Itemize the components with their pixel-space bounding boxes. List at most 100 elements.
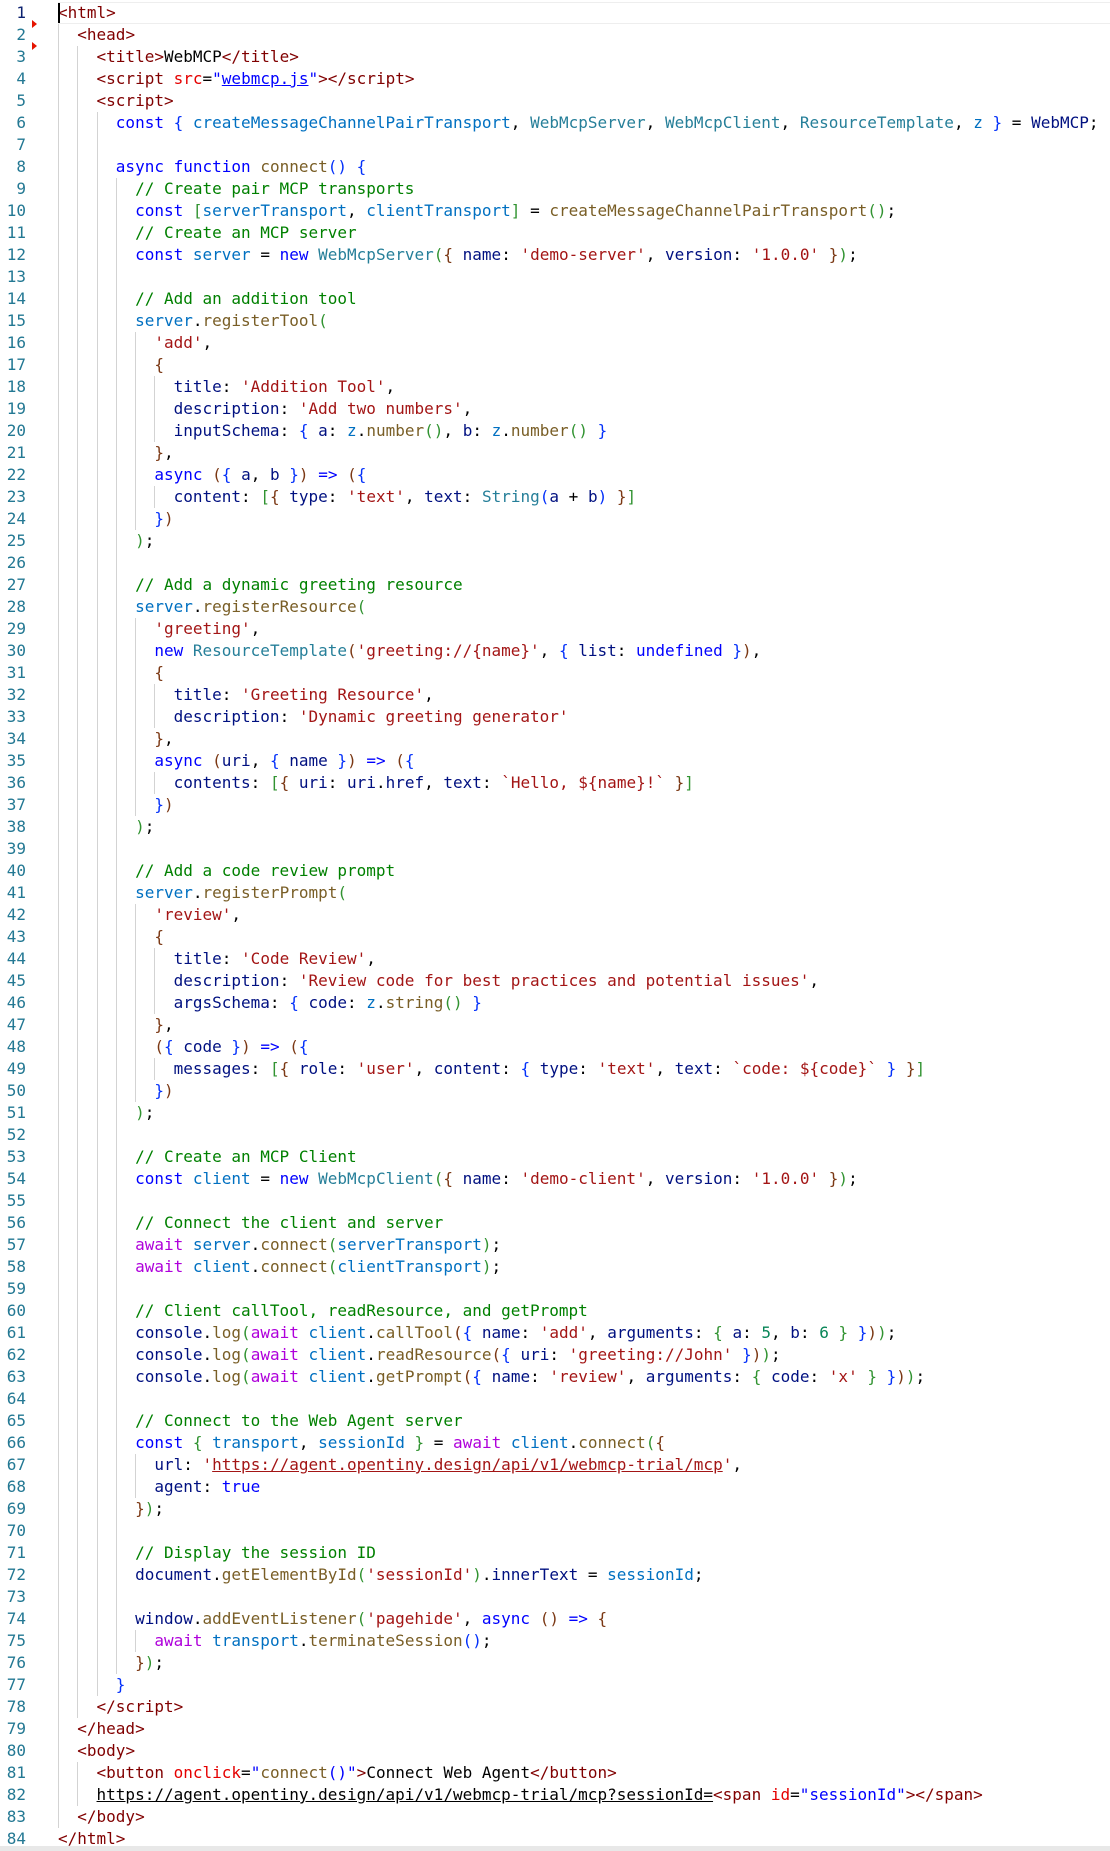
code-line[interactable]: 80 <body> (0, 1740, 1110, 1762)
line-number[interactable]: 52 (0, 1124, 26, 1146)
code-line[interactable]: 72 document.getElementById('sessionId').… (0, 1564, 1110, 1586)
code-line[interactable]: 60 // Client callTool, readResource, and… (0, 1300, 1110, 1322)
line-number[interactable]: 37 (0, 794, 26, 816)
line-number[interactable]: 64 (0, 1388, 26, 1410)
line-number[interactable]: 46 (0, 992, 26, 1014)
line-number[interactable]: 83 (0, 1806, 26, 1828)
code-line[interactable]: 66 const { transport, sessionId } = awai… (0, 1432, 1110, 1454)
code-line[interactable]: 22 async ({ a, b }) => ({ (0, 464, 1110, 486)
code-line[interactable]: 71 // Display the session ID (0, 1542, 1110, 1564)
line-number[interactable]: 79 (0, 1718, 26, 1740)
line-number[interactable]: 32 (0, 684, 26, 706)
line-number[interactable]: 25 (0, 530, 26, 552)
line-number[interactable]: 59 (0, 1278, 26, 1300)
code-line[interactable]: 38 ); (0, 816, 1110, 838)
code-line[interactable]: 54 const client = new WebMcpClient({ nam… (0, 1168, 1110, 1190)
code-line[interactable]: 53 // Create an MCP Client (0, 1146, 1110, 1168)
code-line[interactable]: 63 console.log(await client.getPrompt({ … (0, 1366, 1110, 1388)
line-number[interactable]: 4 (0, 68, 26, 90)
line-number[interactable]: 55 (0, 1190, 26, 1212)
code-line[interactable]: 40 // Add a code review prompt (0, 860, 1110, 882)
line-number[interactable]: 54 (0, 1168, 26, 1190)
line-number[interactable]: 62 (0, 1344, 26, 1366)
line-number[interactable]: 70 (0, 1520, 26, 1542)
code-line[interactable]: 48 ({ code }) => ({ (0, 1036, 1110, 1058)
code-line[interactable]: 4 <script src="webmcp.js"></script> (0, 68, 1110, 90)
line-number[interactable]: 58 (0, 1256, 26, 1278)
code-line[interactable]: 73 (0, 1586, 1110, 1608)
code-line[interactable]: 43 { (0, 926, 1110, 948)
line-number[interactable]: 30 (0, 640, 26, 662)
line-number[interactable]: 20 (0, 420, 26, 442)
line-number[interactable]: 43 (0, 926, 26, 948)
line-number[interactable]: 1 (0, 2, 26, 24)
line-number[interactable]: 63 (0, 1366, 26, 1388)
line-number[interactable]: 56 (0, 1212, 26, 1234)
code-line[interactable]: 59 (0, 1278, 1110, 1300)
line-number[interactable]: 49 (0, 1058, 26, 1080)
code-line[interactable]: 27 // Add a dynamic greeting resource (0, 574, 1110, 596)
line-number[interactable]: 17 (0, 354, 26, 376)
line-number[interactable]: 19 (0, 398, 26, 420)
line-number[interactable]: 74 (0, 1608, 26, 1630)
code-line[interactable]: 75 await transport.terminateSession(); (0, 1630, 1110, 1652)
error-marker-icon[interactable] (32, 42, 37, 50)
code-line[interactable]: 5 <script> (0, 90, 1110, 112)
code-editor[interactable]: 1 <html> 2 <head> 3 <title>WebMCP</title> 4 … (0, 0, 1110, 1851)
code-line[interactable]: 55 (0, 1190, 1110, 1212)
line-number[interactable]: 71 (0, 1542, 26, 1564)
line-number[interactable]: 12 (0, 244, 26, 266)
line-number[interactable]: 11 (0, 222, 26, 244)
line-number[interactable]: 28 (0, 596, 26, 618)
code-line[interactable]: 81 <button onclick="connect()">Connect W… (0, 1762, 1110, 1784)
code-line[interactable]: 10 const [serverTransport, clientTranspo… (0, 200, 1110, 222)
code-line[interactable]: 28 server.registerResource( (0, 596, 1110, 618)
line-number[interactable]: 5 (0, 90, 26, 112)
code-line[interactable]: 25 ); (0, 530, 1110, 552)
line-number[interactable]: 24 (0, 508, 26, 530)
code-line[interactable]: 62 console.log(await client.readResource… (0, 1344, 1110, 1366)
error-marker-icon[interactable] (32, 20, 37, 28)
line-number[interactable]: 36 (0, 772, 26, 794)
code-line[interactable]: 74 window.addEventListener('pagehide', a… (0, 1608, 1110, 1630)
line-number[interactable]: 67 (0, 1454, 26, 1476)
code-line[interactable]: 36 contents: [{ uri: uri.href, text: `He… (0, 772, 1110, 794)
code-line[interactable]: 45 description: 'Review code for best pr… (0, 970, 1110, 992)
line-number[interactable]: 38 (0, 816, 26, 838)
line-number[interactable]: 77 (0, 1674, 26, 1696)
code-line[interactable]: 12 const server = new WebMcpServer({ nam… (0, 244, 1110, 266)
line-number[interactable]: 14 (0, 288, 26, 310)
line-number[interactable]: 7 (0, 134, 26, 156)
line-number[interactable]: 44 (0, 948, 26, 970)
line-number[interactable]: 2 (0, 24, 26, 46)
code-line[interactable]: 30 new ResourceTemplate('greeting://{nam… (0, 640, 1110, 662)
line-number[interactable]: 34 (0, 728, 26, 750)
line-number[interactable]: 41 (0, 882, 26, 904)
line-number[interactable]: 40 (0, 860, 26, 882)
line-number[interactable]: 27 (0, 574, 26, 596)
code-line[interactable]: 3 <title>WebMCP</title> (0, 42, 1110, 68)
code-line[interactable]: 2 <head> (0, 20, 1110, 46)
line-number[interactable]: 65 (0, 1410, 26, 1432)
line-number[interactable]: 47 (0, 1014, 26, 1036)
code-line[interactable]: 52 (0, 1124, 1110, 1146)
line-number[interactable]: 26 (0, 552, 26, 574)
code-line[interactable]: 58 await client.connect(clientTransport)… (0, 1256, 1110, 1278)
line-number[interactable]: 23 (0, 486, 26, 508)
line-number[interactable]: 45 (0, 970, 26, 992)
line-number[interactable]: 6 (0, 112, 26, 134)
code-line[interactable]: 64 (0, 1388, 1110, 1410)
line-number[interactable]: 75 (0, 1630, 26, 1652)
code-line[interactable]: 56 // Connect the client and server (0, 1212, 1110, 1234)
code-line[interactable]: 8 async function connect() { (0, 156, 1110, 178)
code-line[interactable]: 6 const { createMessageChannelPairTransp… (0, 112, 1110, 134)
code-line[interactable]: 11 // Create an MCP server (0, 222, 1110, 244)
code-line[interactable]: 49 messages: [{ role: 'user', content: {… (0, 1058, 1110, 1080)
line-number[interactable]: 8 (0, 156, 26, 178)
code-line[interactable]: 68 agent: true (0, 1476, 1110, 1498)
line-number[interactable]: 78 (0, 1696, 26, 1718)
code-line[interactable]: 47 }, (0, 1014, 1110, 1036)
code-line[interactable]: 82 https://agent.opentiny.design/api/v1/… (0, 1784, 1110, 1806)
line-number[interactable]: 18 (0, 376, 26, 398)
line-number[interactable]: 51 (0, 1102, 26, 1124)
